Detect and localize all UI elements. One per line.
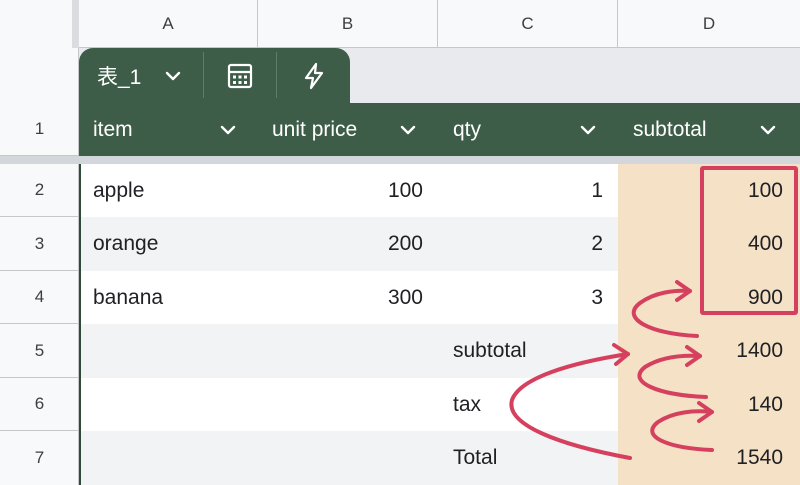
annotation-arrow — [637, 353, 708, 399]
annotation-arrow — [509, 352, 632, 460]
annotation-arrow — [631, 288, 699, 338]
annotation-arrows — [509, 280, 714, 460]
